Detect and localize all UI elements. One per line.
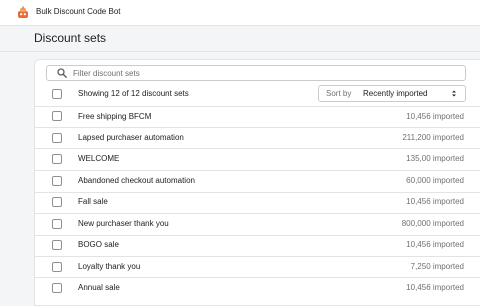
row-checkbox[interactable] bbox=[52, 133, 62, 143]
imported-count: 7,250 imported bbox=[410, 262, 464, 271]
row-checkbox[interactable] bbox=[52, 111, 62, 121]
imported-count: 60,000 imported bbox=[406, 176, 464, 185]
select-all-checkbox[interactable] bbox=[52, 89, 62, 99]
sort-selected-value: Recently imported bbox=[363, 89, 428, 98]
imported-count: 10,456 imported bbox=[406, 197, 464, 206]
discount-set-name: WELCOME bbox=[78, 154, 120, 163]
row-checkbox[interactable] bbox=[52, 219, 62, 229]
discount-set-name: Abandoned checkout automation bbox=[78, 176, 195, 185]
discount-set-name: Free shipping BFCM bbox=[78, 112, 152, 121]
imported-count: 800,000 imported bbox=[401, 219, 464, 228]
row-checkbox[interactable] bbox=[52, 176, 62, 186]
row-checkbox[interactable] bbox=[52, 240, 62, 250]
header-divider bbox=[0, 51, 480, 52]
imported-count: 135,00 imported bbox=[406, 154, 464, 163]
imported-count: 10,456 imported bbox=[406, 112, 464, 121]
showing-count-text: Showing 12 of 12 discount sets bbox=[78, 89, 189, 98]
imported-count: 10,456 imported bbox=[406, 240, 464, 249]
search-input[interactable] bbox=[73, 66, 453, 80]
discount-set-name: Fall sale bbox=[78, 197, 108, 206]
row-checkbox[interactable] bbox=[52, 197, 62, 207]
imported-count: 10,456 imported bbox=[406, 283, 464, 292]
row-checkbox[interactable] bbox=[52, 262, 62, 272]
sort-prefix-label: Sort by bbox=[326, 89, 352, 98]
bot-logo-icon bbox=[18, 6, 28, 18]
row-checkbox[interactable] bbox=[52, 154, 62, 164]
app-bar: Bulk Discount Code Bot bbox=[0, 0, 480, 26]
page-title: Discount sets bbox=[34, 31, 107, 45]
discount-set-name: BOGO sale bbox=[78, 240, 119, 249]
discount-set-name: Lapsed purchaser automation bbox=[78, 133, 184, 142]
discount-set-name: Annual sale bbox=[78, 283, 120, 292]
discount-set-name: New purchaser thank you bbox=[78, 219, 169, 228]
search-icon bbox=[57, 68, 67, 78]
imported-count: 211,200 imported bbox=[402, 133, 464, 142]
discount-set-name: Loyalty thank you bbox=[78, 262, 141, 271]
sort-updown-chevron-icon bbox=[452, 90, 456, 97]
app-title: Bulk Discount Code Bot bbox=[36, 7, 121, 16]
row-checkbox[interactable] bbox=[52, 283, 62, 293]
